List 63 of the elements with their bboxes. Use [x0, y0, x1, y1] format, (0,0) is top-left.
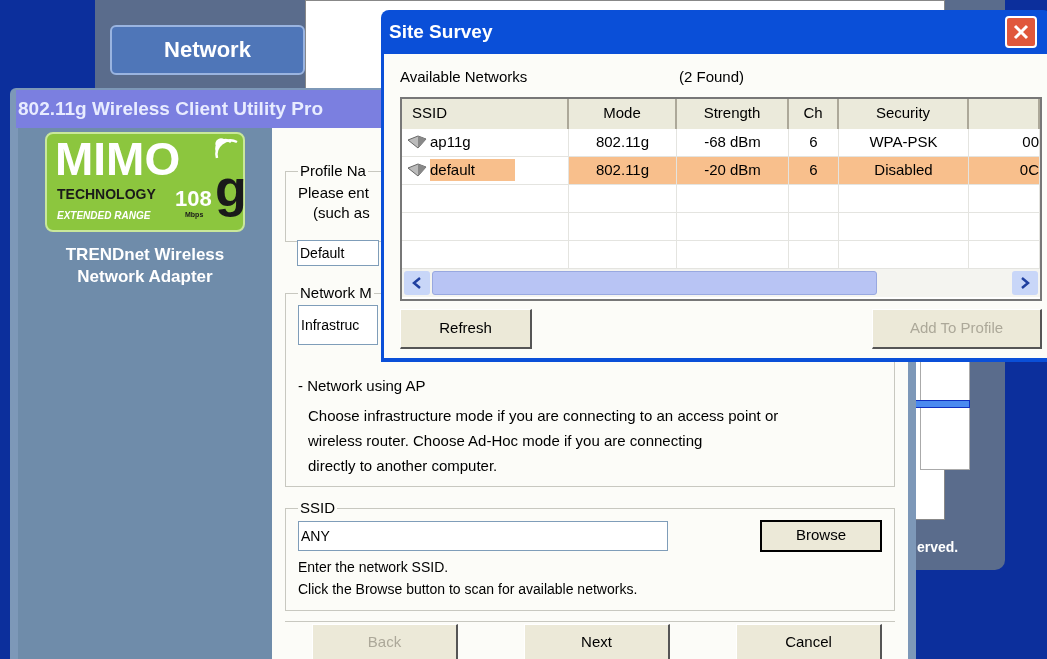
column-header[interactable]: SSID	[402, 98, 569, 129]
logo-range: EXTENDED RANGE	[57, 209, 151, 223]
dialog-button[interactable]: Refresh	[400, 308, 532, 349]
mode-description: Choose infrastructure mode if you are connecting to an access point or wireless router. Choose Ad-Hoc mode if you are connecting directly to another computer.	[307, 406, 780, 476]
group-legend: SSID	[298, 497, 337, 520]
logo-brand: MIMO	[55, 136, 181, 182]
logo-letter: g	[215, 158, 247, 218]
close-icon	[1012, 23, 1030, 41]
table-cell-text: 802.11g	[595, 159, 650, 180]
product-name: TRENDnet Wireless Network Adapter	[64, 244, 226, 288]
prompt-text: Please ent	[298, 182, 369, 203]
empty-table-cell	[969, 212, 1040, 241]
column-header[interactable]: Ch	[789, 98, 839, 129]
found-count: (2 Found)	[679, 67, 745, 87]
ssid-field[interactable]: ANY	[298, 520, 668, 551]
network-card-icon	[406, 162, 428, 178]
table-cell-text: -68 dBm	[704, 131, 761, 152]
table-cell-text: Disabled	[874, 159, 933, 180]
prompt-text: (such as	[312, 202, 370, 223]
scroll-left-button[interactable]	[404, 270, 430, 295]
column-header[interactable]: Security	[839, 98, 969, 129]
window-title: Site Survey	[389, 19, 493, 44]
network-card-icon	[406, 134, 428, 150]
copyright-text: erved.	[917, 538, 959, 557]
browse-button[interactable]: Browse	[760, 519, 882, 552]
logo-speed: 108	[175, 185, 212, 212]
scroll-right-button[interactable]	[1012, 270, 1038, 295]
group-legend: Network M	[298, 282, 374, 305]
dialog-button[interactable]: Next	[524, 623, 670, 659]
network-row[interactable]: default 802.11g -20 dBm 6 Disabled 0C	[402, 156, 1040, 185]
nav-button[interactable]: Network	[110, 25, 305, 75]
logo-technology: TECHNOLOGY	[57, 185, 156, 204]
group-legend: Profile Na	[298, 160, 368, 183]
available-networks-label: Available Networks	[400, 67, 529, 87]
empty-table-cell	[789, 212, 839, 241]
table-cell-text: 802.11g	[595, 131, 650, 152]
dialog-button[interactable]: Cancel	[736, 623, 882, 659]
help-text: Enter the network SSID.	[298, 557, 450, 577]
network-row[interactable]: ap11g 802.11g -68 dBm 6 WPA-PSK 00	[402, 128, 1040, 157]
table-cell-text: WPA-PSK	[869, 131, 938, 152]
mode-title: - Network using AP	[298, 375, 427, 396]
empty-table-cell	[969, 240, 1040, 269]
chevron-left-icon	[412, 276, 422, 289]
table-cell: default	[430, 158, 516, 182]
empty-table-cell	[789, 240, 839, 269]
close-button[interactable]	[1005, 16, 1037, 48]
window-title: 802.11g Wireless Client Utility Pro	[18, 96, 323, 121]
mode-field[interactable]: Infrastruc	[298, 304, 378, 345]
profile-name-field[interactable]: Default	[297, 240, 379, 266]
signal-bar	[915, 400, 970, 408]
table-cell-text: ap11g	[430, 131, 471, 152]
table-cell-text: 6	[809, 131, 818, 152]
scroll-thumb[interactable]	[432, 270, 877, 295]
column-header[interactable]: Strength	[677, 98, 789, 129]
help-text: Click the Browse button to scan for available networks.	[298, 579, 639, 599]
column-header[interactable]: Mode	[569, 98, 677, 129]
table-cell-text: -20 dBm	[704, 159, 761, 180]
empty-table-cell	[969, 184, 1040, 213]
chevron-right-icon	[1020, 276, 1030, 289]
table-cell-text: 00	[1022, 131, 1039, 152]
table-cell-text: 0C	[1019, 159, 1039, 180]
empty-table-cell	[789, 184, 839, 213]
table-cell-text: 6	[809, 159, 818, 180]
